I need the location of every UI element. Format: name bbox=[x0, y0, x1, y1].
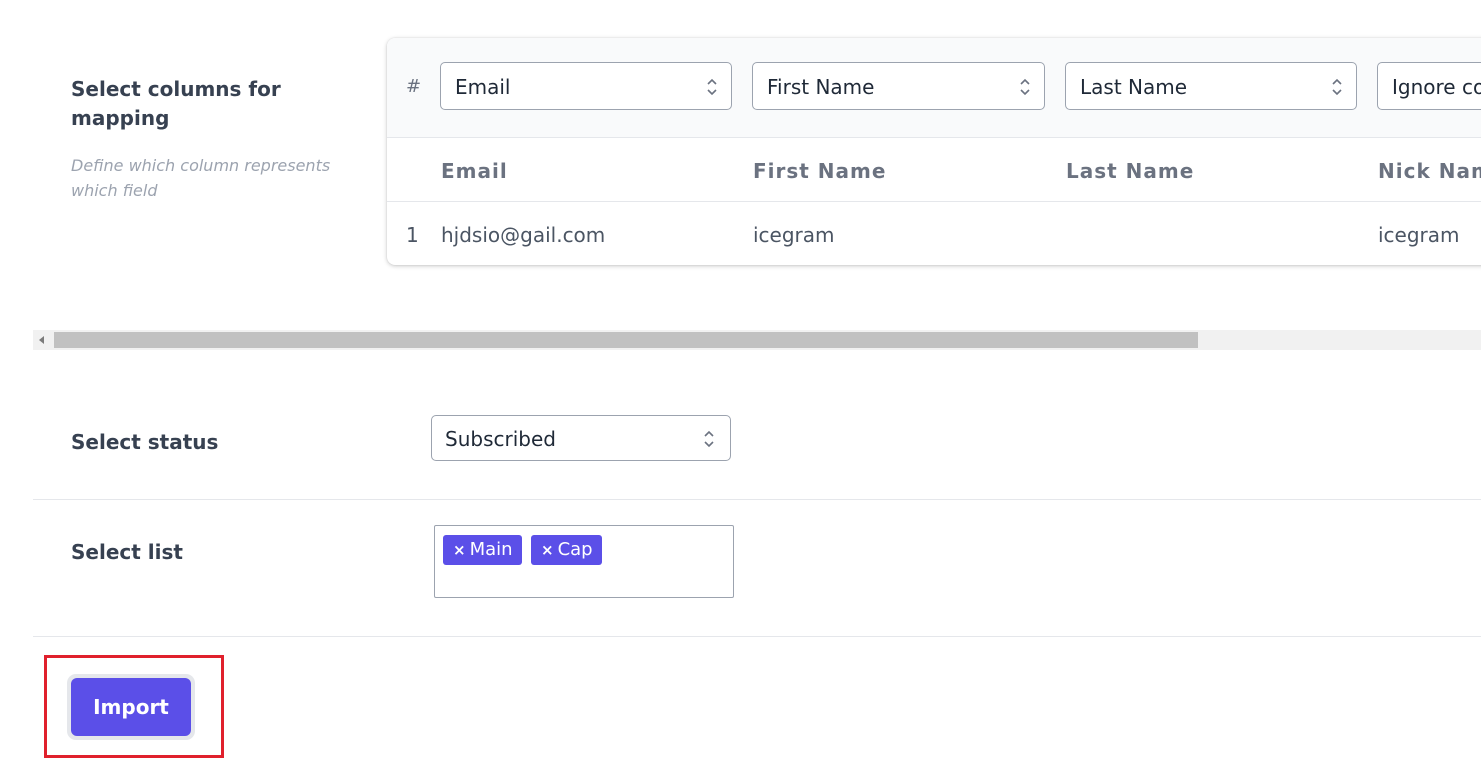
list-row: Select list × Main × Cap bbox=[33, 500, 1481, 637]
scrollbar-thumb[interactable] bbox=[54, 332, 1198, 348]
column-select-2-value: First Name bbox=[767, 75, 875, 99]
list-tag-label: Main bbox=[469, 539, 513, 560]
horizontal-scrollbar[interactable] bbox=[33, 330, 1481, 350]
import-contacts-page: Select columns for mapping Define which … bbox=[0, 0, 1481, 780]
list-tag-label: Cap bbox=[557, 539, 593, 560]
table-header-row: Email First Name Last Name Nick Nam bbox=[387, 138, 1481, 202]
select-arrows-icon bbox=[1020, 78, 1030, 96]
column-select-3[interactable]: Last Name bbox=[1065, 62, 1357, 110]
column-select-3-value: Last Name bbox=[1080, 75, 1188, 99]
status-select-value: Subscribed bbox=[445, 427, 556, 451]
cell-nick-name: icegram bbox=[1378, 223, 1460, 247]
mapping-table: # Email First Name Last Name Ignore co E… bbox=[387, 38, 1481, 265]
mapping-title: Select columns for mapping bbox=[71, 77, 281, 130]
list-tag-cap[interactable]: × Cap bbox=[531, 535, 602, 565]
select-arrows-icon bbox=[707, 78, 717, 96]
row-number-header: # bbox=[406, 76, 422, 97]
mapping-label-group: Select columns for mapping Define which … bbox=[71, 75, 331, 203]
table-header-nick-name: Nick Nam bbox=[1378, 159, 1481, 183]
mapping-description: Define which column represents which fie… bbox=[71, 156, 331, 200]
column-select-row: # Email First Name Last Name Ignore co bbox=[387, 38, 1481, 138]
table-header-email: Email bbox=[441, 159, 508, 183]
import-button[interactable]: Import bbox=[71, 678, 191, 736]
column-select-1-value: Email bbox=[455, 75, 511, 99]
list-tag-main[interactable]: × Main bbox=[443, 535, 522, 565]
table-header-first-name: First Name bbox=[753, 159, 887, 183]
row-number: 1 bbox=[406, 223, 419, 247]
status-row: Select status Subscribed bbox=[33, 385, 1481, 500]
list-multiselect[interactable]: × Main × Cap bbox=[434, 525, 734, 598]
import-button-focus-ring: Import bbox=[67, 674, 195, 740]
status-select[interactable]: Subscribed bbox=[431, 415, 731, 461]
column-select-1[interactable]: Email bbox=[440, 62, 732, 110]
column-select-4-value: Ignore co bbox=[1392, 75, 1481, 99]
column-select-2[interactable]: First Name bbox=[752, 62, 1045, 110]
cell-first-name: icegram bbox=[753, 223, 835, 247]
select-arrows-icon bbox=[704, 430, 714, 448]
remove-tag-icon[interactable]: × bbox=[541, 541, 554, 559]
status-label: Select status bbox=[71, 430, 219, 454]
list-label: Select list bbox=[71, 540, 183, 564]
table-row: 1 hjdsio@gail.com icegram icegram bbox=[387, 202, 1481, 265]
table-header-last-name: Last Name bbox=[1066, 159, 1195, 183]
cell-email: hjdsio@gail.com bbox=[441, 223, 606, 247]
column-select-4[interactable]: Ignore co bbox=[1377, 62, 1481, 110]
select-arrows-icon bbox=[1332, 78, 1342, 96]
scroll-left-arrow-icon[interactable] bbox=[39, 336, 44, 344]
remove-tag-icon[interactable]: × bbox=[453, 541, 466, 559]
